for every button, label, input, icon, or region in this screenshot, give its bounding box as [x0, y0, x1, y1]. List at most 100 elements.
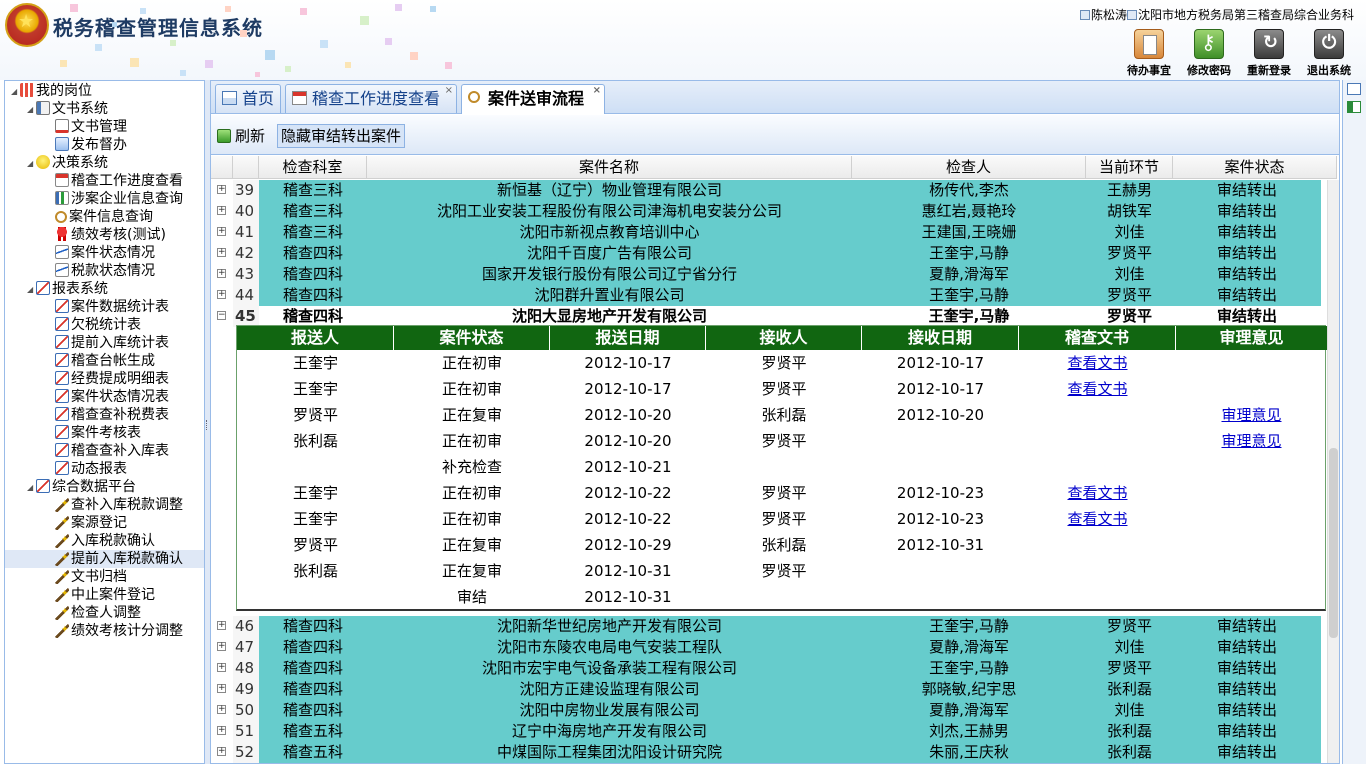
- tree-item[interactable]: 涉案企业信息查询: [55, 190, 183, 208]
- tree-item[interactable]: 经费提成明细表: [55, 370, 169, 388]
- close-icon[interactable]: ×: [445, 86, 453, 96]
- collapse-toggle-icon[interactable]: ◢: [27, 155, 36, 173]
- tree-group[interactable]: ◢ 文书系统: [27, 100, 108, 118]
- expand-toggle-icon[interactable]: −: [217, 311, 226, 320]
- header-stage[interactable]: 当前环节: [1086, 156, 1173, 179]
- table-row[interactable]: +39 稽查三科 新恒基（辽宁）物业管理有限公司 杨传代,李杰 王赫男 审结转出: [211, 180, 1321, 201]
- collapse-toggle-icon[interactable]: ◢: [27, 101, 36, 119]
- table-row[interactable]: +47 稽查四科 沈阳市东陵农电局电气安装工程队 夏静,滑海军 刘佳 审结转出: [211, 637, 1321, 658]
- tree-item[interactable]: 动态报表: [55, 460, 127, 478]
- view-document-link[interactable]: 查看文书: [1067, 510, 1127, 528]
- expand-toggle-icon[interactable]: +: [217, 726, 226, 735]
- table-row[interactable]: +50 稽查四科 沈阳中房物业发展有限公司 夏静,滑海军 刘佳 审结转出: [211, 700, 1321, 721]
- scrollbar-thumb[interactable]: [1329, 448, 1338, 638]
- header-case-name[interactable]: 案件名称: [367, 156, 852, 179]
- tree-item[interactable]: 稽查工作进度查看: [55, 172, 183, 190]
- expand-toggle-icon[interactable]: +: [217, 227, 226, 236]
- header-status[interactable]: 案件状态: [1173, 156, 1337, 179]
- cell-name: 沈阳新华世纪房地产开发有限公司: [496, 617, 722, 635]
- view-document-link[interactable]: 查看文书: [1067, 380, 1127, 398]
- review-opinion-link[interactable]: 审理意见: [1221, 432, 1281, 450]
- relogin-button[interactable]: 重新登录: [1237, 29, 1301, 78]
- expand-toggle-icon[interactable]: +: [217, 663, 226, 672]
- tree-item[interactable]: 绩效考核计分调整: [55, 622, 183, 640]
- expand-toggle-icon[interactable]: +: [217, 621, 226, 630]
- expand-toggle-icon[interactable]: +: [217, 206, 226, 215]
- excel-icon[interactable]: [1347, 101, 1361, 113]
- tree-item[interactable]: 绩效考核(测试): [55, 226, 166, 244]
- tree-item[interactable]: 文书归档: [55, 568, 127, 586]
- tree-item-label: 提前入库统计表: [71, 335, 169, 351]
- change-password-button[interactable]: 修改密码: [1177, 29, 1241, 78]
- tree-item[interactable]: 文书管理: [55, 118, 127, 136]
- tree-item[interactable]: 提前入库统计表: [55, 334, 169, 352]
- tree-item[interactable]: 案源登记: [55, 514, 127, 532]
- expand-toggle-icon[interactable]: +: [217, 705, 226, 714]
- close-icon[interactable]: ×: [593, 86, 601, 96]
- table-row[interactable]: +46 稽查四科 沈阳新华世纪房地产开发有限公司 王奎宇,马静 罗贤平 审结转出: [211, 616, 1321, 637]
- tree-item[interactable]: 中止案件登记: [55, 586, 155, 604]
- cell-dept: 稽查四科: [282, 307, 343, 325]
- tree-item[interactable]: 案件状态情况: [55, 244, 155, 262]
- tree-item[interactable]: 税款状态情况: [55, 262, 155, 280]
- tree-item[interactable]: 入库税款确认: [55, 532, 155, 550]
- expand-toggle-icon[interactable]: +: [217, 248, 226, 257]
- todo-label: 待办事宜: [1127, 64, 1171, 77]
- refresh-button[interactable]: 刷新: [217, 125, 265, 147]
- tree-item[interactable]: 发布督办: [55, 136, 127, 154]
- tree-group[interactable]: ◢ 报表系统: [27, 280, 108, 298]
- review-opinion-link[interactable]: 审理意见: [1221, 406, 1281, 424]
- hide-closed-cases-button[interactable]: 隐藏审结转出案件: [277, 124, 406, 148]
- tree-item[interactable]: 案件数据统计表: [55, 298, 169, 316]
- table-row[interactable]: +52 稽查五科 中煤国际工程集团沈阳设计研究院 朱丽,王庆秋 张利磊 审结转出: [211, 742, 1321, 763]
- tree-root[interactable]: ◢ 我的岗位: [11, 82, 92, 100]
- tab-case-review-flow[interactable]: 案件送审流程 ×: [461, 84, 605, 114]
- cell-stage: 罗贤平: [1106, 244, 1152, 262]
- row-number: 51: [233, 721, 259, 742]
- tree-item[interactable]: 查补入库税款调整: [55, 496, 183, 514]
- table-row[interactable]: +51 稽查五科 辽宁中海房地产开发有限公司 刘杰,王赫男 张利磊 审结转出: [211, 721, 1321, 742]
- tree-group[interactable]: ◢ 决策系统: [27, 154, 108, 172]
- tree-item[interactable]: 欠税统计表: [55, 316, 141, 334]
- header-dept[interactable]: 检查科室: [259, 156, 367, 179]
- table-row[interactable]: +48 稽查四科 沈阳市宏宇电气设备承装工程有限公司 王奎宇,马静 罗贤平 审结转出: [211, 658, 1321, 679]
- tree-item[interactable]: 案件状态情况表: [55, 388, 169, 406]
- tree-item[interactable]: 稽查台帐生成: [55, 352, 155, 370]
- table-row-expanded[interactable]: −45 稽查四科 沈阳大显房地产开发有限公司 王奎宇,马静 罗贤平 审结转出: [211, 306, 1321, 327]
- tree-item[interactable]: 提前入库税款确认: [5, 550, 204, 568]
- tab-home[interactable]: 首页: [215, 84, 281, 113]
- exit-button[interactable]: 退出系统: [1297, 29, 1361, 78]
- collapse-toggle-icon[interactable]: ◢: [27, 479, 36, 497]
- expand-toggle-icon[interactable]: +: [217, 684, 226, 693]
- expand-toggle-icon[interactable]: +: [217, 642, 226, 651]
- table-row[interactable]: +41 稽查三科 沈阳市新视点教育培训中心 王建国,王晓姗 刘佳 审结转出: [211, 222, 1321, 243]
- tree-item[interactable]: 稽查查补税费表: [55, 406, 169, 424]
- table-row[interactable]: +49 稽查四科 沈阳方正建设监理有限公司 郭晓敏,纪宇思 张利磊 审结转出: [211, 679, 1321, 700]
- expand-toggle-icon[interactable]: +: [217, 269, 226, 278]
- table-row[interactable]: +44 稽查四科 沈阳群升置业有限公司 王奎宇,马静 罗贤平 审结转出: [211, 285, 1321, 306]
- grid-scrollbar[interactable]: [1327, 180, 1339, 763]
- collapse-toggle-icon[interactable]: ◢: [11, 83, 20, 101]
- collapse-toggle-icon[interactable]: ◢: [27, 281, 36, 299]
- header-decoration-square: [300, 8, 307, 15]
- view-document-link[interactable]: 查看文书: [1067, 484, 1127, 502]
- expand-toggle-icon[interactable]: +: [217, 185, 226, 194]
- cell-name: 中煤国际工程集团沈阳设计研究院: [496, 743, 722, 761]
- table-row[interactable]: +42 稽查四科 沈阳千百度广告有限公司 王奎宇,马静 罗贤平 审结转出: [211, 243, 1321, 264]
- view-document-link[interactable]: 查看文书: [1067, 354, 1127, 372]
- cell-name: 沈阳中房物业发展有限公司: [519, 701, 700, 719]
- tab-progress[interactable]: 稽查工作进度查看 ×: [285, 84, 457, 113]
- tree-item[interactable]: 检查人调整: [55, 604, 141, 622]
- tree-item[interactable]: 案件信息查询: [55, 208, 153, 226]
- expand-toggle-icon[interactable]: +: [217, 747, 226, 756]
- todo-button[interactable]: 待办事宜: [1117, 29, 1181, 78]
- panel-icon[interactable]: [1347, 83, 1361, 95]
- tree-item[interactable]: 案件考核表: [55, 424, 141, 442]
- expand-toggle-icon[interactable]: +: [217, 290, 226, 299]
- table-row[interactable]: +40 稽查三科 沈阳工业安装工程股份有限公司津海机电安装分公司 惠红岩,聂艳玲 胡铁军…: [211, 201, 1321, 222]
- table-row[interactable]: +43 稽查四科 国家开发银行股份有限公司辽宁省分行 夏静,滑海军 刘佳 审结转出: [211, 264, 1321, 285]
- main-panel: 首页 稽查工作进度查看 × 案件送审流程 × 刷新 隐藏审结转出案件 检查科室 …: [210, 80, 1340, 764]
- header-inspector[interactable]: 检查人: [852, 156, 1086, 179]
- tree-item[interactable]: 稽查查补入库表: [55, 442, 169, 460]
- tree-group[interactable]: ◢ 综合数据平台: [27, 478, 136, 496]
